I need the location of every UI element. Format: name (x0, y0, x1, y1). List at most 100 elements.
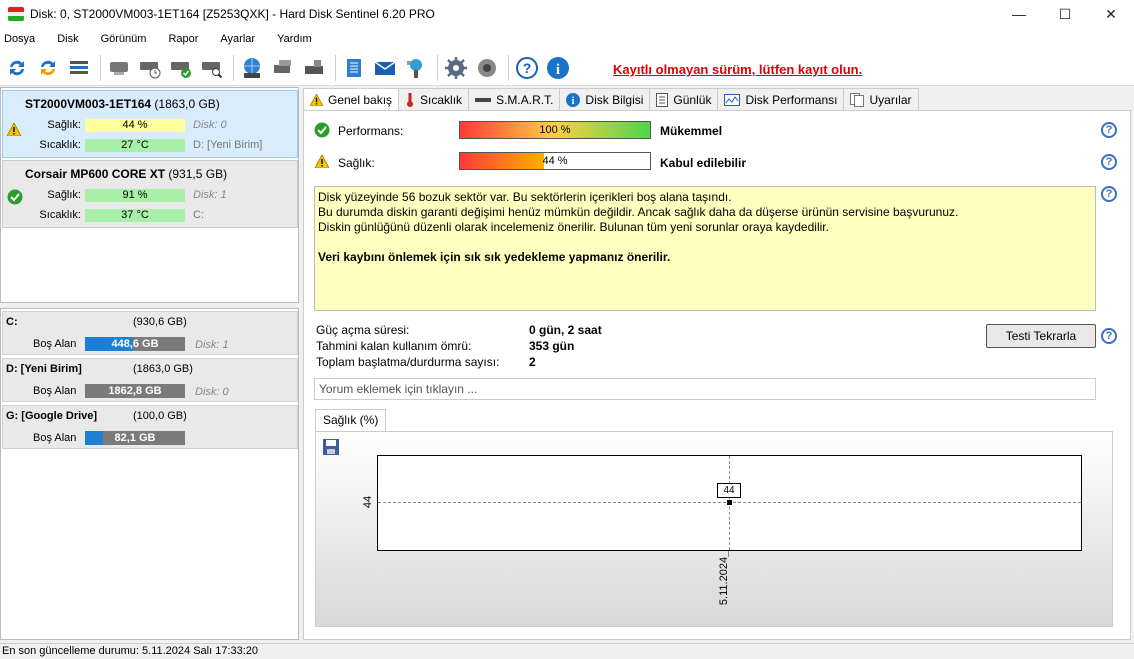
volume-card-d[interactable]: D: [Yeni Birim] (1863,0 GB) Boş Alan 186… (2, 358, 298, 402)
alerts-document-icon (850, 92, 865, 107)
power-on-label: Güç açma süresi: (316, 323, 410, 337)
menu-settings[interactable]: Ayarlar (220, 33, 255, 45)
chart-data-label: 44 (717, 483, 741, 498)
tab-overview[interactable]: Genel bakış (303, 88, 400, 111)
disk-check-icon[interactable] (167, 54, 195, 82)
refresh-all-icon[interactable] (34, 54, 62, 82)
temperature-label: Sıcaklık: (39, 139, 81, 151)
performance-help-icon[interactable]: ? (1101, 122, 1117, 138)
tab-temperature[interactable]: Sıcaklık (398, 88, 470, 110)
performance-bar: 100 % (459, 121, 651, 139)
tab-log[interactable]: Günlük (649, 88, 719, 110)
chart-plot-area: 44 (377, 455, 1082, 551)
backup-recommendation: Veri kaybını önlemek için sık sık yedekl… (318, 250, 671, 264)
message-line: Bu durumda diskin garanti değişimi henüz… (318, 205, 959, 219)
toolbar: ? i (0, 50, 1134, 86)
toolbar-separator (335, 54, 336, 81)
register-link[interactable]: Kayıtlı olmayan sürüm, lütfen kayıt olun… (613, 62, 862, 77)
refresh-icon[interactable] (3, 54, 31, 82)
free-space-value: 1862,8 GB (108, 385, 162, 397)
health-label: Sağlık: (47, 119, 81, 131)
disk-list-icon[interactable] (65, 54, 93, 82)
toolbar-separator (437, 54, 438, 81)
tab-alerts[interactable]: Uyarılar (843, 88, 919, 110)
volume-card-g[interactable]: G: [Google Drive] (100,0 GB) Boş Alan 82… (2, 405, 298, 449)
save-icon[interactable] (322, 438, 340, 456)
volume-size: (930,6 GB) (133, 316, 187, 328)
retest-button[interactable]: Testi Tekrarla (986, 324, 1096, 348)
info-icon: i (566, 92, 581, 107)
menu-bar: Dosya Disk Görünüm Rapor Ayarlar Yardım (0, 28, 1134, 50)
maximize-button[interactable]: ☐ (1042, 0, 1088, 28)
disk-name: ST2000VM003-1ET164 (1863,0 GB) (25, 97, 220, 111)
thermometer-icon (405, 92, 415, 107)
svg-text:i: i (572, 96, 575, 107)
menu-file[interactable]: Dosya (4, 33, 35, 45)
minimize-button[interactable]: — (996, 0, 1042, 28)
svg-text:i: i (556, 62, 560, 78)
title-bar: Disk: 0, ST2000VM003-1ET164 [Z5253QXK] -… (0, 0, 1134, 28)
disk-card-0[interactable]: ST2000VM003-1ET164 (1863,0 GB) Sağlık: 4… (2, 90, 298, 158)
about-info-icon[interactable]: i (544, 54, 572, 82)
start-stop-value: 2 (529, 355, 536, 369)
warning-icon (310, 94, 323, 106)
backup-icon[interactable] (269, 54, 297, 82)
tab-health-graph[interactable]: Sağlık (%) (315, 409, 387, 431)
message-help-icon[interactable]: ? (1101, 186, 1117, 202)
performance-chart-icon (724, 93, 741, 106)
disk-index: Disk: 1 (193, 189, 227, 201)
network-disk-icon[interactable] (238, 54, 266, 82)
menu-disk[interactable]: Disk (57, 33, 78, 45)
free-space-bar: 82,1 GB (85, 431, 185, 445)
report-icon[interactable] (340, 54, 368, 82)
network-monitor-icon[interactable] (402, 54, 430, 82)
disk-card-1[interactable]: Corsair MP600 CORE XT (931,5 GB) Sağlık:… (2, 160, 298, 228)
menu-report[interactable]: Rapor (168, 33, 198, 45)
free-space-bar: 1862,8 GB (85, 384, 185, 398)
document-icon (656, 92, 669, 107)
chart-data-point (727, 500, 732, 505)
power-on-value: 0 gün, 2 saat (529, 323, 602, 337)
help-icon[interactable]: ? (513, 54, 541, 82)
status-bar: En son güncelleme durumu: 5.11.2024 Salı… (0, 643, 1134, 659)
temperature-label: Sıcaklık: (39, 209, 81, 221)
comment-input[interactable]: Yorum eklemek için tıklayın ... (314, 378, 1096, 400)
volume-disk: Disk: 1 (195, 339, 229, 351)
start-stop-label: Toplam başlatma/durdurma sayısı: (316, 355, 500, 369)
disk-info-icon[interactable] (300, 54, 328, 82)
disk-index: Disk: 0 (193, 119, 227, 131)
menu-help[interactable]: Yardım (277, 33, 312, 45)
health-bar: 44 % (459, 152, 651, 170)
sound-icon[interactable] (473, 54, 501, 82)
health-label: Sağlık: (47, 189, 81, 201)
free-space-label: Boş Alan (33, 385, 77, 397)
health-help-icon[interactable]: ? (1101, 154, 1117, 170)
disk-search-icon[interactable] (198, 54, 226, 82)
disk-volume: C: (193, 209, 204, 221)
tab-disk-info[interactable]: i Disk Bilgisi (559, 88, 651, 110)
email-icon[interactable] (371, 54, 399, 82)
svg-text:?: ? (523, 60, 532, 76)
overview-panel: Performans: 100 % Mükemmel ? Sağlık: 44 … (303, 110, 1131, 640)
message-line: Diskin günlüğünü düzenli olarak inceleme… (318, 220, 829, 234)
tab-disk-performance[interactable]: Disk Performansı (717, 88, 845, 110)
performance-label: Performans: (338, 124, 404, 138)
free-space-value: 448,6 GB (111, 338, 159, 350)
volume-disk: Disk: 0 (195, 386, 229, 398)
disk-schedule-icon[interactable] (136, 54, 164, 82)
disk-surface-test-icon[interactable] (105, 54, 133, 82)
health-graph: 44 44 5.11.2024 (315, 431, 1113, 627)
retest-help-icon[interactable]: ? (1101, 328, 1117, 344)
volume-size: (1863,0 GB) (133, 363, 193, 375)
lifetime-label: Tahmini kalan kullanım ömrü: (316, 339, 472, 353)
tab-smart[interactable]: S.M.A.R.T. (468, 88, 561, 110)
volume-card-c[interactable]: C: (930,6 GB) Boş Alan 448,6 GB Disk: 1 (2, 311, 298, 355)
close-button[interactable]: ✕ (1088, 0, 1134, 28)
chart-x-tick-label: 5.11.2024 (718, 556, 730, 606)
volume-name: G: [Google Drive] (6, 410, 98, 422)
disk-list-panel: ST2000VM003-1ET164 (1863,0 GB) Sağlık: 4… (0, 87, 299, 303)
menu-view[interactable]: Görünüm (101, 33, 147, 45)
performance-description: Mükemmel (660, 124, 723, 138)
toolbar-separator (508, 54, 509, 81)
settings-gear-icon[interactable] (442, 54, 470, 82)
